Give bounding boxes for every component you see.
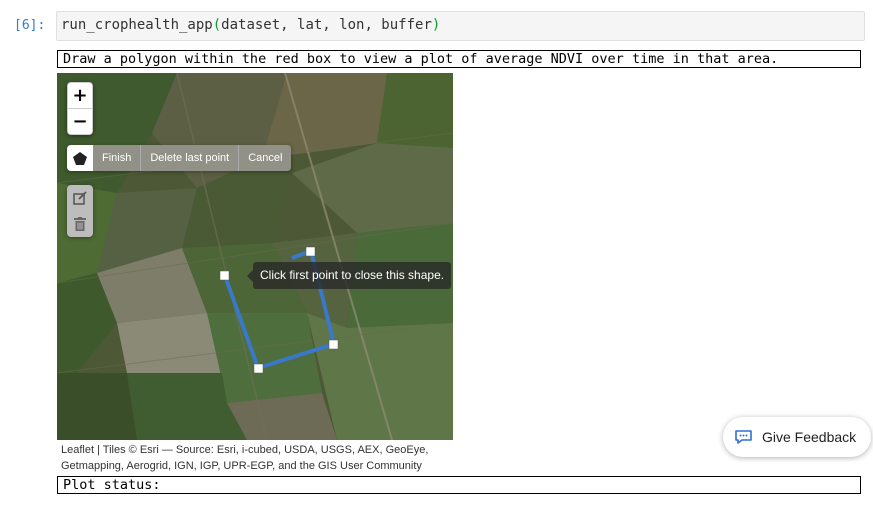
instruction-output: Draw a polygon within the red box to vie…	[57, 50, 861, 68]
edit-layers-button[interactable]	[67, 185, 93, 211]
draw-toolbar: Finish Delete last point Cancel	[67, 145, 292, 171]
chat-bubble-icon	[735, 430, 752, 444]
code-paren-open: (	[212, 17, 222, 33]
plot-status-output: Plot status:	[57, 476, 861, 494]
polygon-vertex[interactable]	[219, 270, 230, 281]
cell-prompt: [6]:	[14, 18, 46, 33]
edit-toolbar	[67, 185, 93, 237]
zoom-out-button[interactable]: −	[68, 108, 92, 133]
zoom-control: + −	[67, 82, 93, 135]
give-feedback-button[interactable]: Give Feedback	[723, 417, 871, 457]
delete-layers-button[interactable]	[67, 211, 93, 237]
finish-button[interactable]: Finish	[93, 145, 140, 171]
polygon-vertex[interactable]	[328, 339, 339, 350]
trash-icon	[74, 217, 86, 231]
zoom-in-button[interactable]: +	[68, 83, 92, 108]
map-widget[interactable]: + − Finish Delete last point Cancel Clic…	[57, 73, 453, 440]
attribution-line: Getmapping, Aerogrid, IGN, IGP, UPR-EGP,…	[61, 460, 422, 472]
code-cell[interactable]: run_crophealth_app(dataset, lat, lon, bu…	[56, 11, 865, 41]
satellite-imagery	[57, 73, 453, 440]
map-attribution: Leaflet | Tiles © Esri — Source: Esri, i…	[61, 442, 453, 474]
code-function: run_crophealth_app	[61, 17, 213, 33]
polygon-vertex[interactable]	[253, 363, 264, 374]
polygon-icon	[73, 151, 87, 165]
attribution-line: Leaflet | Tiles © Esri — Source: Esri, i…	[61, 444, 429, 456]
polygon-vertex[interactable]	[305, 246, 316, 257]
edit-icon	[73, 191, 87, 205]
delete-last-point-button[interactable]: Delete last point	[140, 145, 238, 171]
draw-actions: Finish Delete last point Cancel	[93, 145, 292, 171]
draw-polygon-button[interactable]	[67, 145, 93, 171]
draw-tooltip: Click first point to close this shape.	[246, 262, 452, 289]
give-feedback-label: Give Feedback	[762, 429, 857, 445]
cancel-button[interactable]: Cancel	[238, 145, 291, 171]
code-paren-close: )	[431, 17, 441, 33]
code-args: dataset, lat, lon, buffer	[221, 17, 432, 33]
